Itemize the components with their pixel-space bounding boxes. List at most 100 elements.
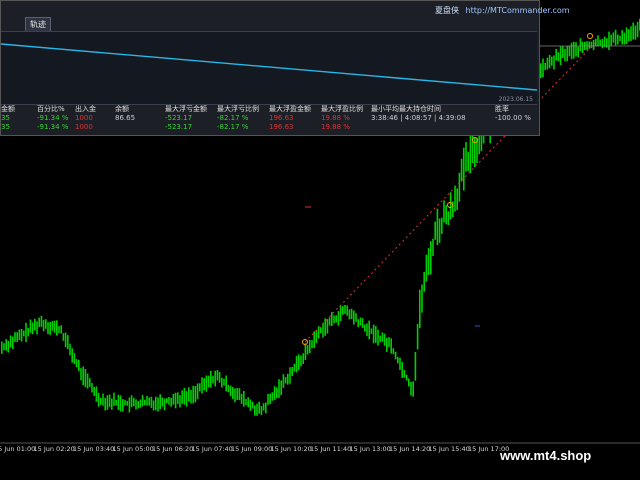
candle (359, 317, 362, 326)
candle (421, 284, 423, 313)
row1-max-profit-amount: 196.63 (269, 114, 294, 122)
candle (5, 339, 7, 351)
candle (346, 305, 348, 316)
candle (108, 394, 111, 407)
candle (293, 363, 296, 372)
candle (390, 338, 392, 354)
header-amount: 金额 (1, 105, 15, 113)
candle (573, 41, 575, 59)
candle (361, 318, 364, 328)
header-balance: 余额 (115, 105, 129, 113)
candle (399, 357, 401, 370)
candle (322, 323, 324, 338)
candle (302, 353, 304, 364)
candle (80, 368, 82, 381)
row2-percent: -91.34 % (37, 123, 69, 131)
candle (20, 329, 23, 342)
candle (447, 211, 450, 226)
row1-max-loss-ratio: -82.17 % (217, 114, 249, 122)
candle (227, 384, 230, 393)
candle (630, 26, 632, 41)
candle (381, 332, 384, 342)
brand-link[interactable]: 夏盘侠 http://MTCommander.com (435, 5, 570, 16)
candle (232, 387, 234, 399)
candle (27, 327, 29, 337)
candle (581, 41, 584, 53)
candle (449, 192, 452, 220)
candle (91, 383, 93, 393)
candle (265, 402, 267, 414)
candle (95, 386, 98, 402)
candle (188, 387, 190, 402)
candle (309, 340, 311, 353)
candle (295, 356, 298, 373)
candle (100, 397, 102, 405)
candle (634, 25, 637, 40)
candle (78, 359, 80, 371)
candle (425, 254, 428, 282)
candle (320, 327, 322, 334)
candle (333, 315, 335, 324)
candle (97, 392, 100, 407)
candle (236, 388, 238, 400)
candle (315, 330, 318, 343)
candle (174, 392, 177, 409)
candle (7, 340, 10, 353)
candle (438, 218, 441, 243)
candle (185, 391, 188, 407)
candle (432, 238, 434, 256)
candle (234, 388, 236, 403)
candle (16, 332, 18, 343)
candle (139, 399, 142, 408)
equity-line (0, 43, 538, 91)
tab-trajectory[interactable]: 轨迹 (25, 17, 51, 32)
candle (14, 332, 16, 343)
candle (379, 335, 381, 343)
candle (443, 200, 445, 223)
candle (377, 329, 379, 346)
candle (375, 326, 377, 343)
candle (212, 375, 214, 384)
candle (31, 322, 34, 335)
candle (408, 378, 410, 387)
candle (23, 330, 25, 337)
candle (601, 38, 604, 49)
candle (276, 387, 278, 399)
candle (342, 306, 344, 315)
candle (619, 35, 621, 42)
candle (51, 320, 54, 331)
candle (364, 324, 366, 332)
candle (357, 319, 359, 328)
candle (632, 22, 634, 40)
candle (617, 34, 619, 45)
candle (331, 312, 333, 326)
brand-url[interactable]: http://MTCommander.com (466, 6, 570, 15)
row1-amount: 35 (1, 114, 10, 122)
candle (177, 392, 179, 404)
candle (40, 315, 43, 327)
candle (201, 377, 203, 394)
equity-graph: 2023.06.15 (0, 31, 538, 105)
candle (69, 343, 71, 356)
candle (366, 323, 368, 337)
header-max-loss-amount: 最大浮亏金额 (165, 105, 207, 113)
candle (159, 394, 161, 410)
candle (434, 221, 436, 240)
candle (282, 374, 285, 388)
candle (608, 31, 610, 50)
candle (289, 367, 291, 384)
candle (599, 39, 601, 46)
candle (410, 381, 412, 396)
candle (548, 55, 551, 69)
candle (128, 397, 131, 413)
candle (73, 353, 76, 365)
watermark: www.mt4.shop (500, 448, 592, 463)
candle (546, 57, 549, 70)
candle (557, 52, 560, 62)
candle (113, 392, 115, 406)
candle (93, 387, 95, 396)
candle (544, 62, 546, 71)
candle (144, 399, 146, 406)
candle (392, 348, 395, 355)
candle (436, 208, 439, 246)
